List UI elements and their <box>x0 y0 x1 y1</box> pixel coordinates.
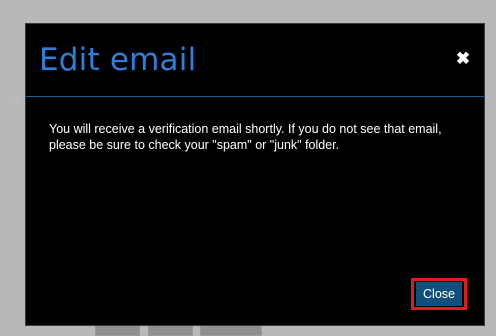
background-partial-label: ss <box>8 92 21 107</box>
edit-email-dialog: Edit email ✖ You will receive a verifica… <box>25 23 485 326</box>
close-icon[interactable]: ✖ <box>455 50 471 67</box>
dialog-title: Edit email <box>39 42 197 78</box>
close-button[interactable]: Close <box>416 282 462 306</box>
dialog-message: You will receive a verification email sh… <box>49 122 442 152</box>
close-button-highlight: Close <box>411 278 467 310</box>
dialog-header: Edit email ✖ <box>26 24 484 97</box>
